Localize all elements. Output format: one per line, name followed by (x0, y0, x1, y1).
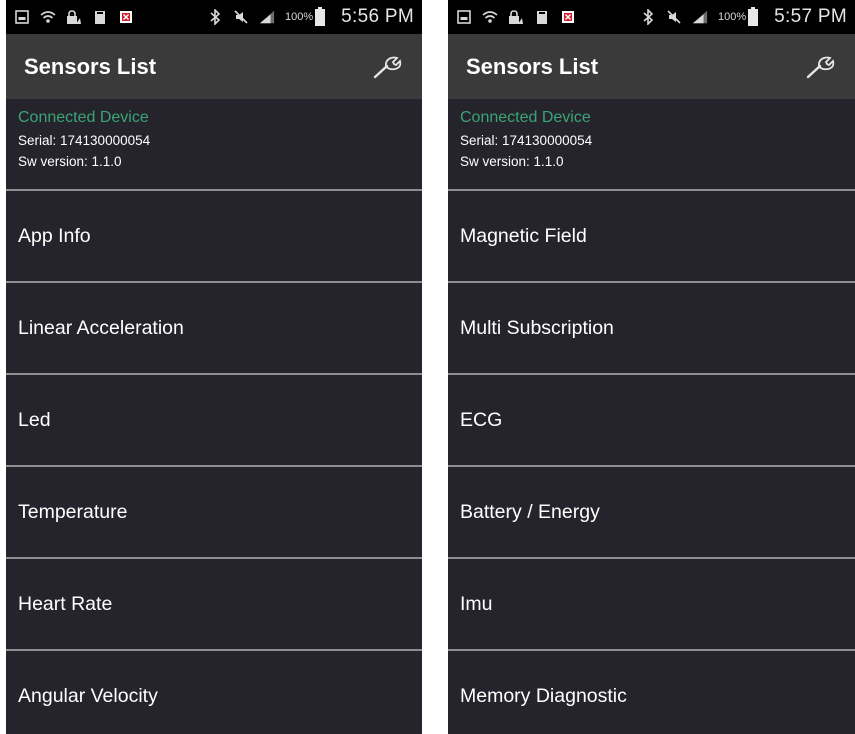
status-time: 5:57 PM (774, 6, 847, 27)
status-bar: 100% 5:57 PM (448, 0, 855, 34)
connected-device-panel: Connected Device Serial: 174130000054 Sw… (448, 99, 855, 191)
list-item-label: App Info (18, 224, 91, 247)
list-item-label: Battery / Energy (460, 500, 600, 523)
battery-percent: 100% (285, 11, 314, 23)
page-title: Sensors List (24, 53, 157, 79)
wrench-icon[interactable] (370, 52, 404, 82)
list-item-led[interactable]: Led (6, 375, 422, 467)
serial-number: Serial: 174130000054 (460, 133, 593, 148)
list-item-memory-diagnostic[interactable]: Memory Diagnostic (448, 651, 855, 734)
list-item-label: Temperature (18, 500, 128, 523)
notification-error-icon (560, 9, 576, 25)
sw-version: Sw version: 1.1.0 (460, 154, 564, 169)
list-item-label: Multi Subscription (460, 316, 614, 339)
list-item-multi-subscription[interactable]: Multi Subscription (448, 283, 855, 375)
sensor-list: Magnetic Field Multi Subscription ECG Ba… (448, 191, 855, 734)
list-item-battery-energy[interactable]: Battery / Energy (448, 467, 855, 559)
list-item-imu[interactable]: Imu (448, 559, 855, 651)
wifi-call-icon (40, 9, 56, 25)
sd-card-icon (92, 9, 108, 25)
battery-icon (315, 6, 326, 26)
list-item-magnetic-field[interactable]: Magnetic Field (448, 191, 855, 283)
connected-device-panel: Connected Device Serial: 174130000054 Sw… (6, 99, 422, 191)
list-item-label: Angular Velocity (18, 684, 158, 707)
list-item-linear-acceleration[interactable]: Linear Acceleration (6, 283, 422, 375)
list-item-label: Imu (460, 592, 493, 615)
lock-icon (66, 9, 82, 25)
wifi-call-icon (482, 9, 498, 25)
list-item-label: Memory Diagnostic (460, 684, 627, 707)
sensor-list: App Info Linear Acceleration Led Tempera… (6, 191, 422, 734)
wrench-icon[interactable] (803, 52, 837, 82)
page-title: Sensors List (466, 53, 599, 79)
screenshot-icon (456, 9, 472, 25)
notification-error-icon (118, 9, 134, 25)
screenshot-icon (14, 9, 30, 25)
mute-icon (233, 9, 249, 25)
battery-percent: 100% (718, 11, 747, 23)
list-item-label: Magnetic Field (460, 224, 587, 247)
action-bar: Sensors List (448, 34, 855, 99)
list-item-heart-rate[interactable]: Heart Rate (6, 559, 422, 651)
list-item-angular-velocity[interactable]: Angular Velocity (6, 651, 422, 734)
list-item-label: Led (18, 408, 51, 431)
connected-device-label: Connected Device (460, 109, 591, 126)
list-item-label: Linear Acceleration (18, 316, 184, 339)
status-bar: 100% 5:56 PM (6, 0, 422, 34)
bluetooth-icon (207, 9, 223, 25)
list-item-app-info[interactable]: App Info (6, 191, 422, 283)
serial-number: Serial: 174130000054 (18, 133, 151, 148)
lock-icon (508, 9, 524, 25)
bluetooth-icon (640, 9, 656, 25)
battery-icon (748, 6, 759, 26)
status-time: 5:56 PM (341, 6, 414, 27)
signal-icon (259, 9, 275, 25)
list-item-label: Heart Rate (18, 592, 113, 615)
phone-screen-left: 100% 5:56 PM Sensors List Connected Devi… (6, 0, 422, 734)
list-item-label: ECG (460, 408, 503, 431)
action-bar: Sensors List (6, 34, 422, 99)
sw-version: Sw version: 1.1.0 (18, 154, 122, 169)
list-item-ecg[interactable]: ECG (448, 375, 855, 467)
signal-icon (692, 9, 708, 25)
list-item-temperature[interactable]: Temperature (6, 467, 422, 559)
phone-screen-right: 100% 5:57 PM Sensors List Connected Devi… (448, 0, 855, 734)
sd-card-icon (534, 9, 550, 25)
connected-device-label: Connected Device (18, 109, 149, 126)
mute-icon (666, 9, 682, 25)
